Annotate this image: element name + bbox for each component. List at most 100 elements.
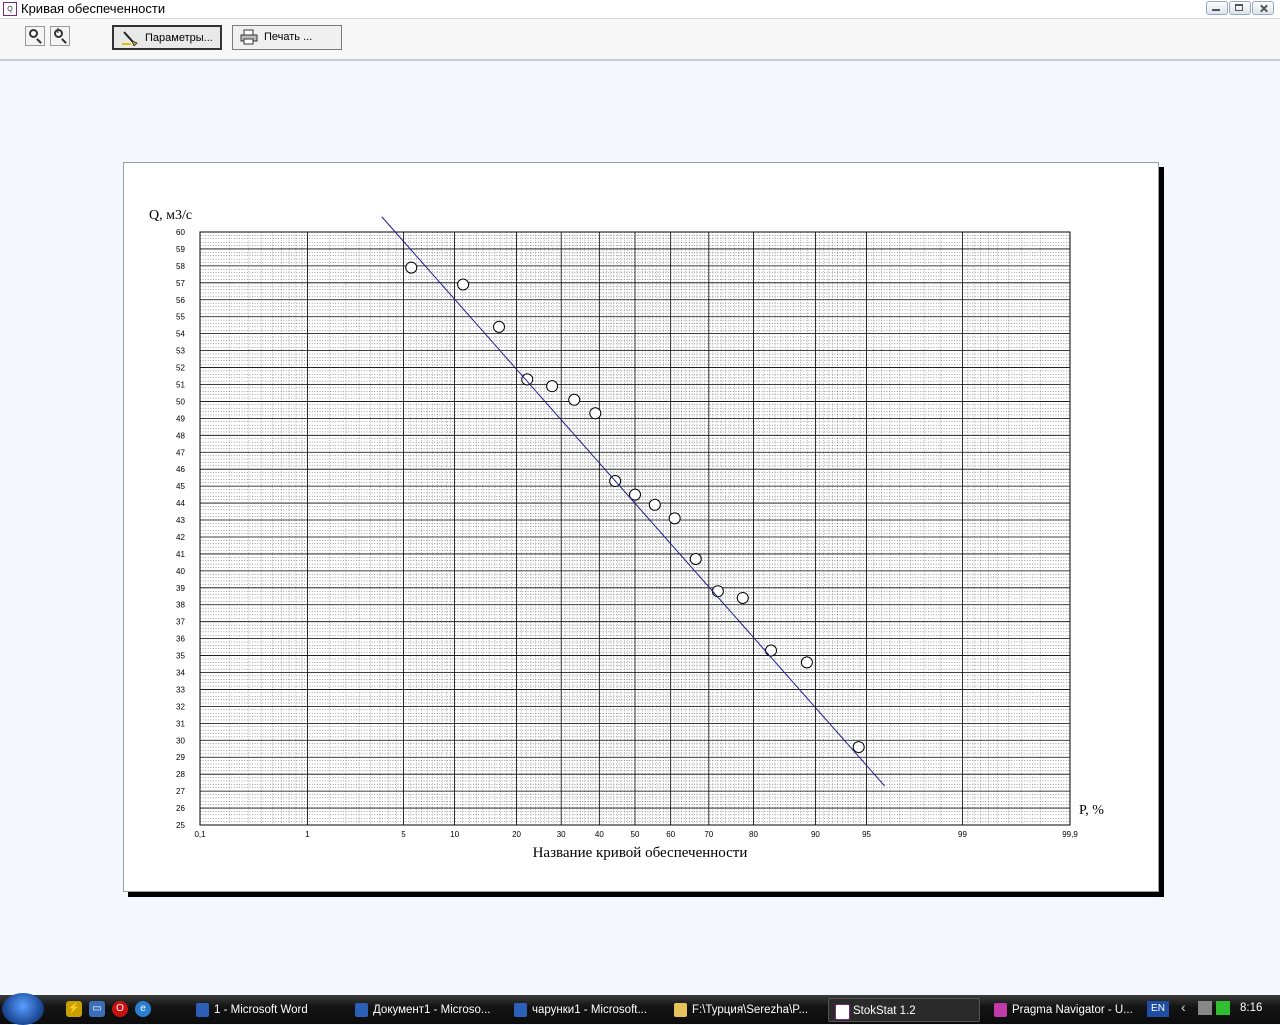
- parameters-label: Параметры...: [145, 32, 213, 44]
- show-desktop-icon[interactable]: ▭: [89, 1001, 105, 1017]
- start-button[interactable]: [2, 993, 44, 1025]
- y-axis-label: Q, м3/с: [149, 208, 192, 223]
- x-tick-label: 99: [958, 830, 967, 839]
- y-tick-label: 57: [176, 279, 185, 288]
- y-tick-label: 47: [176, 448, 185, 457]
- tray-expand-icon[interactable]: ‹: [1181, 999, 1186, 1015]
- x-tick-label: 10: [450, 830, 459, 839]
- fitted-line: [381, 216, 886, 787]
- probability-chart: 25 26 27 28 29 30 31 32 33 34 35 36 37 38 39 40 41 42 43 44…: [149, 208, 1104, 861]
- language-indicator[interactable]: EN: [1147, 1001, 1169, 1017]
- y-tick-label: 55: [176, 313, 185, 322]
- taskbar-item-doc1[interactable]: Документ1 - Microso...: [349, 998, 501, 1022]
- y-tick-label: 53: [176, 347, 185, 356]
- clock: 8:16: [1240, 1002, 1263, 1014]
- data-point: [689, 552, 702, 565]
- tray-app-icon[interactable]: [1216, 1001, 1230, 1015]
- taskbar-item-stokstat[interactable]: StokStat 1.2: [828, 998, 980, 1022]
- y-tick-label: 59: [176, 245, 185, 254]
- brush-icon: [122, 31, 138, 46]
- printer-icon: [240, 29, 258, 45]
- y-tick-label: 40: [176, 567, 185, 576]
- print-button[interactable]: Печать ...: [232, 25, 342, 50]
- y-tick-label: 41: [176, 550, 185, 559]
- y-tick-label: 27: [176, 787, 185, 796]
- close-button[interactable]: [1252, 1, 1274, 15]
- y-tick-label: 49: [176, 414, 185, 423]
- data-point: [800, 656, 813, 669]
- x-tick-label: 1: [305, 830, 310, 839]
- taskbar-item-word1[interactable]: 1 - Microsoft Word: [190, 998, 342, 1022]
- y-tick-label: 38: [176, 601, 185, 610]
- opera-icon[interactable]: O: [112, 1001, 128, 1017]
- x-tick-label: 30: [557, 830, 566, 839]
- work-area: 25 26 27 28 29 30 31 32 33 34 35 36 37 38 39 40 41 42 43 44…: [0, 61, 1280, 995]
- zoom-in-button[interactable]: +: [50, 26, 70, 46]
- y-tick-label: 51: [176, 380, 185, 389]
- data-point: [711, 585, 724, 598]
- data-point: [405, 261, 418, 274]
- y-tick-label: 39: [176, 584, 185, 593]
- y-tick-label: 50: [176, 397, 185, 406]
- title-bar: Q P Кривая обеспеченности: [0, 0, 1280, 27]
- zoom-out-button[interactable]: −: [25, 26, 45, 46]
- data-point: [736, 591, 749, 604]
- y-tick-label: 52: [176, 364, 185, 373]
- y-tick-label: 29: [176, 753, 185, 762]
- folder-icon: [674, 1003, 687, 1017]
- data-point: [589, 407, 602, 420]
- stokstat-icon: [835, 1004, 850, 1020]
- x-tick-label: 0,1: [194, 830, 206, 839]
- x-tick-label: 20: [512, 830, 521, 839]
- y-tick-label: 33: [176, 685, 185, 694]
- data-point: [521, 373, 534, 386]
- word-icon: [355, 1003, 368, 1017]
- data-point: [668, 512, 681, 525]
- maximize-button[interactable]: [1229, 1, 1251, 15]
- y-tick-label: 45: [176, 482, 185, 491]
- chart-title: Название кривой обеспеченности: [533, 845, 748, 861]
- taskbar-item-folder[interactable]: F:\Турция\Serezha\P...: [668, 998, 820, 1022]
- toolbar: − + Параметры... Печать ...: [0, 19, 1280, 61]
- y-tick-label: 37: [176, 618, 185, 627]
- x-tick-label: 80: [749, 830, 758, 839]
- y-tick-label: 58: [176, 262, 185, 271]
- y-tick-label: 35: [176, 652, 185, 661]
- y-tick-label: 36: [176, 635, 185, 644]
- taskbar-item-charunki[interactable]: чарунки1 - Microsoft...: [508, 998, 660, 1022]
- minimize-button[interactable]: [1206, 1, 1228, 15]
- y-tick-label: 54: [176, 330, 185, 339]
- x-tick-label: 70: [704, 830, 713, 839]
- print-label: Печать ...: [264, 31, 313, 43]
- app-icon: Q P: [3, 2, 17, 27]
- y-tick-label: 48: [176, 431, 185, 440]
- y-tick-label: 28: [176, 770, 185, 779]
- data-point: [568, 393, 581, 406]
- y-tick-label: 46: [176, 465, 185, 474]
- quicklaunch-icon-1[interactable]: ⚡: [66, 1001, 82, 1017]
- y-tick-label: 25: [176, 821, 185, 830]
- y-tick-label: 56: [176, 296, 185, 305]
- y-tick-label: 42: [176, 533, 185, 542]
- network-icon[interactable]: [1198, 1001, 1212, 1015]
- data-point: [764, 644, 777, 657]
- y-tick-label: 43: [176, 516, 185, 525]
- y-tick-label: 32: [176, 702, 185, 711]
- data-point: [648, 498, 661, 511]
- x-tick-label: 99,9: [1062, 830, 1078, 839]
- y-tick-label: 30: [176, 736, 185, 745]
- word-icon: [196, 1003, 209, 1017]
- x-axis-label: P, %: [1079, 803, 1104, 818]
- taskbar-item-pragma[interactable]: Pragma Navigator - U...: [988, 998, 1140, 1022]
- chart-sheet: 25 26 27 28 29 30 31 32 33 34 35 36 37 38 39 40 41 42 43 44…: [123, 162, 1159, 892]
- x-tick-label: 50: [631, 830, 640, 839]
- y-tick-label: 34: [176, 669, 185, 678]
- data-point: [493, 320, 506, 333]
- y-tick-label: 31: [176, 719, 185, 728]
- x-tick-label: 40: [595, 830, 604, 839]
- internet-explorer-icon[interactable]: e: [135, 1001, 151, 1017]
- taskbar: ⚡ ▭ O e 1 - Microsoft Word Документ1 - M…: [0, 993, 1280, 1025]
- y-tick-label: 26: [176, 804, 185, 813]
- parameters-button[interactable]: Параметры...: [112, 25, 222, 50]
- data-point: [546, 380, 559, 393]
